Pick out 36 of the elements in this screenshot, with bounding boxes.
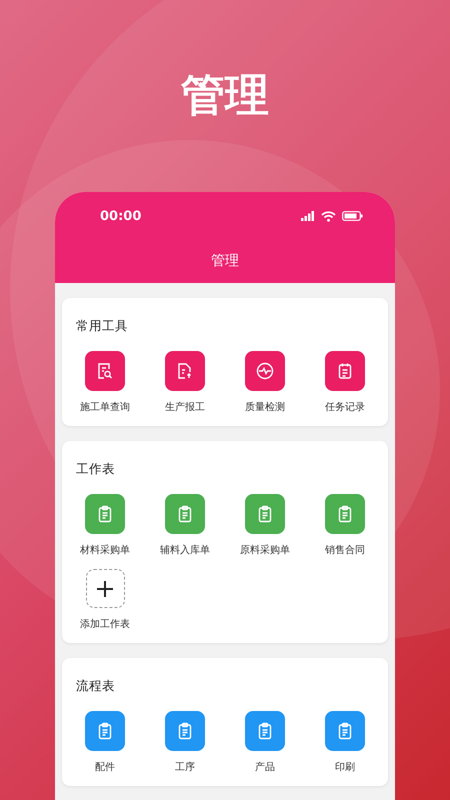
tool-item[interactable]: 质量检测 (225, 351, 305, 414)
app-title: 管理 (210, 253, 240, 269)
tool-label: 工序 (175, 760, 195, 774)
tool-item[interactable]: 配件 (65, 711, 145, 774)
tool-item[interactable]: 生产报工 (145, 351, 225, 414)
section-title: 常用工具 (75, 318, 129, 334)
tool-item[interactable]: 工序 (145, 711, 225, 774)
tool-item[interactable]: 产品 (225, 711, 305, 774)
headline: 管理 (180, 69, 270, 123)
tool-item[interactable]: 原料采购单 (225, 494, 305, 557)
signal-icon (301, 211, 315, 221)
tool-label: 生产报工 (165, 400, 205, 414)
tool-label: 销售合同 (325, 544, 365, 557)
tool-label: 材料采购单 (80, 544, 130, 557)
tool-label: 配件 (95, 761, 115, 774)
tool-label: 印刷 (335, 760, 355, 774)
tool-item[interactable]: 任务记录 (305, 351, 385, 414)
tool-item[interactable]: 添加工作表 (65, 569, 145, 631)
tool-label: 产品 (255, 760, 275, 774)
tool-label: 任务记录 (325, 401, 365, 414)
battery-icon (342, 211, 363, 221)
tool-item[interactable]: 辅料入库单 (145, 494, 225, 557)
tool-item[interactable]: 印刷 (305, 711, 385, 774)
add-icon (86, 569, 124, 608)
tool-label: 施工单查询 (80, 400, 130, 414)
tool-label: 原料采购单 (240, 544, 290, 557)
tool-label: 质量检测 (245, 400, 285, 414)
status-time: 00:00 (100, 208, 142, 224)
wifi-icon (321, 210, 336, 222)
tool-item[interactable]: 材料采购单 (65, 494, 145, 557)
tool-item[interactable]: 销售合同 (305, 494, 385, 557)
tool-label: 添加工作表 (80, 618, 130, 631)
tool-item[interactable]: 施工单查询 (65, 351, 145, 414)
section-title: 流程表 (75, 678, 116, 694)
tool-label: 辅料入库单 (160, 544, 210, 557)
section-title: 工作表 (75, 461, 116, 477)
